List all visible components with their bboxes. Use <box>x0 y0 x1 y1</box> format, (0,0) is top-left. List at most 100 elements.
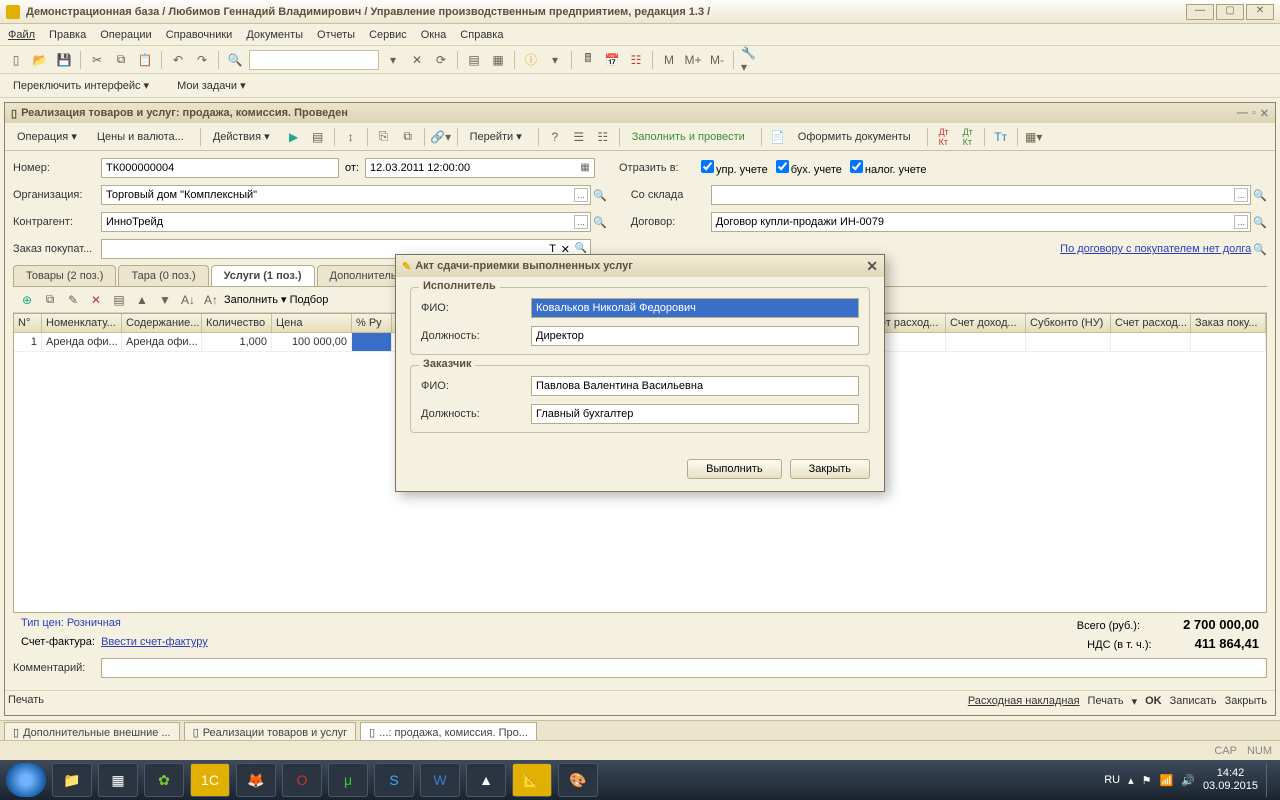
print-button[interactable]: Печать <box>1088 695 1124 708</box>
up-icon[interactable]: ▲ <box>132 290 152 310</box>
wrench-icon[interactable]: 🔧▾ <box>740 50 760 70</box>
link-icon[interactable]: 🔗▾ <box>431 127 451 147</box>
warehouse-input[interactable]: ... <box>711 185 1252 205</box>
redo-icon[interactable]: ↷ <box>192 50 212 70</box>
exec-fio-input[interactable] <box>531 298 859 318</box>
firefox-icon[interactable]: 🦊 <box>236 763 276 797</box>
help2-icon[interactable]: ? <box>545 127 565 147</box>
cb-mgmt[interactable]: упр. учете <box>699 160 768 176</box>
fill-post-button[interactable]: Заполнить и провести <box>626 128 755 146</box>
undo-icon[interactable]: ↶ <box>168 50 188 70</box>
dialog-title[interactable]: ✎ Акт сдачи-приемки выполненных услуг ✕ <box>396 255 884 277</box>
close-button[interactable]: ✕ <box>1246 4 1274 20</box>
comment-input[interactable] <box>101 658 1267 678</box>
print-footer[interactable]: Печать <box>8 694 44 706</box>
struct-icon[interactable]: ⧉ <box>398 127 418 147</box>
goto-button[interactable]: Перейти ▾ <box>464 127 532 146</box>
refresh-icon[interactable]: ⟳ <box>431 50 451 70</box>
tab-select-button[interactable]: Подбор <box>290 294 329 306</box>
m-plus-button[interactable]: M+ <box>683 50 703 70</box>
m-minus-button[interactable]: M- <box>707 50 727 70</box>
t-icon[interactable]: Тт <box>991 127 1011 147</box>
m-button[interactable]: M <box>659 50 679 70</box>
insert-icon[interactable]: ▤ <box>109 290 129 310</box>
clock-time[interactable]: 14:42 <box>1203 767 1258 780</box>
dkt2-icon[interactable]: ДтКт <box>958 127 978 147</box>
menu-edit[interactable]: Правка <box>49 29 86 41</box>
execute-button[interactable]: Выполнить <box>687 459 781 479</box>
app2-icon[interactable]: 📐 <box>512 763 552 797</box>
switch-interface[interactable]: Переключить интерфейс ▾ <box>6 76 164 95</box>
edit-row-icon[interactable]: ✎ <box>63 290 83 310</box>
org-input[interactable]: Торговый дом "Комплексный"... <box>101 185 591 205</box>
add-row-icon[interactable]: ⊕ <box>17 290 37 310</box>
close-button[interactable]: Закрыть <box>1225 695 1267 708</box>
dkt-icon[interactable]: ДтКт <box>934 127 954 147</box>
save-button[interactable]: Записать <box>1170 695 1217 708</box>
date-input[interactable]: 12.03.2011 12:00:00▦ <box>365 158 595 178</box>
nav-icon[interactable]: ☰ <box>569 127 589 147</box>
menu-reports[interactable]: Отчеты <box>317 29 355 41</box>
dialog-close-icon[interactable]: ✕ <box>866 258 878 275</box>
no-debt-link[interactable]: По договору с покупателем нет долга <box>1060 243 1251 255</box>
make-docs-button[interactable]: Оформить документы <box>792 128 921 146</box>
docs-icon[interactable]: 📄 <box>768 127 788 147</box>
new-icon[interactable]: ▯ <box>6 50 26 70</box>
counterparty-input[interactable]: ИнноТрейд... <box>101 212 591 232</box>
doc-icon[interactable]: ▤ <box>308 127 328 147</box>
menu-documents[interactable]: Документы <box>246 29 303 41</box>
paste-icon[interactable]: 📋 <box>135 50 155 70</box>
opera-icon[interactable]: O <box>282 763 322 797</box>
contract-input[interactable]: Договор купли-продажи ИН-0079... <box>711 212 1252 232</box>
down-icon[interactable]: ▼ <box>155 290 175 310</box>
cb-tax[interactable]: налог. учете <box>848 160 927 176</box>
cust-fio-input[interactable] <box>531 376 859 396</box>
excel-icon[interactable]: ▦▾ <box>1024 127 1044 147</box>
1c-icon[interactable]: 1С <box>190 763 230 797</box>
open-icon[interactable]: 📂 <box>30 50 50 70</box>
menu-service[interactable]: Сервис <box>369 29 407 41</box>
dropdown-icon[interactable]: ▾ <box>383 50 403 70</box>
menu-windows[interactable]: Окна <box>421 29 447 41</box>
word-icon[interactable]: W <box>420 763 460 797</box>
org-lookup-icon[interactable]: 🔍 <box>593 189 607 202</box>
paint-icon[interactable]: 🎨 <box>558 763 598 797</box>
copy-row-icon[interactable]: ⧉ <box>40 290 60 310</box>
basis-icon[interactable]: ⎘ <box>374 127 394 147</box>
copy-icon[interactable]: ⧉ <box>111 50 131 70</box>
menu-catalogs[interactable]: Справочники <box>166 29 233 41</box>
menu-file[interactable]: Файл <box>8 29 35 41</box>
doc-min-icon[interactable]: — <box>1237 107 1248 120</box>
prices-button[interactable]: Цены и валюта... <box>91 128 194 146</box>
icq-icon[interactable]: ✿ <box>144 763 184 797</box>
skype-icon[interactable]: S <box>374 763 414 797</box>
cp-lookup-icon[interactable]: 🔍 <box>593 216 607 229</box>
save-icon[interactable]: 💾 <box>54 50 74 70</box>
calc-icon[interactable]: 🖩 <box>578 50 598 70</box>
chart-icon[interactable]: ☷ <box>626 50 646 70</box>
tab-services[interactable]: Услуги (1 поз.) <box>211 265 315 286</box>
actions-button[interactable]: Действия ▾ <box>207 127 280 146</box>
sort-asc-icon[interactable]: A↓ <box>178 290 198 310</box>
help-icon[interactable]: ⓘ <box>521 50 541 70</box>
utorrent-icon[interactable]: μ <box>328 763 368 797</box>
del-row-icon[interactable]: ✕ <box>86 290 106 310</box>
number-input[interactable]: ТК000000004 <box>101 158 339 178</box>
search-input[interactable] <box>249 50 379 70</box>
tab-fill-button[interactable]: Заполнить ▾ <box>224 293 287 306</box>
ct-lookup-icon[interactable]: 🔍 <box>1253 216 1267 229</box>
search-icon[interactable]: 🔍 <box>225 50 245 70</box>
network-icon[interactable]: 📶 <box>1160 774 1174 787</box>
lang-indicator[interactable]: RU <box>1104 774 1120 786</box>
doc-max-icon[interactable]: ▫ <box>1252 107 1256 120</box>
tool2-icon[interactable]: ▦ <box>488 50 508 70</box>
post-icon[interactable]: ▶ <box>284 127 304 147</box>
nav2-icon[interactable]: ☷ <box>593 127 613 147</box>
enter-invoice-link[interactable]: Ввести счет-фактуру <box>101 636 208 648</box>
menu-help[interactable]: Справка <box>460 29 503 41</box>
tab-tara[interactable]: Тара (0 поз.) <box>118 265 208 286</box>
wh-lookup-icon[interactable]: 🔍 <box>1253 189 1267 202</box>
maximize-button[interactable]: ▢ <box>1216 4 1244 20</box>
exec-pos-input[interactable] <box>531 326 859 346</box>
my-tasks[interactable]: Мои задачи ▾ <box>170 76 261 95</box>
